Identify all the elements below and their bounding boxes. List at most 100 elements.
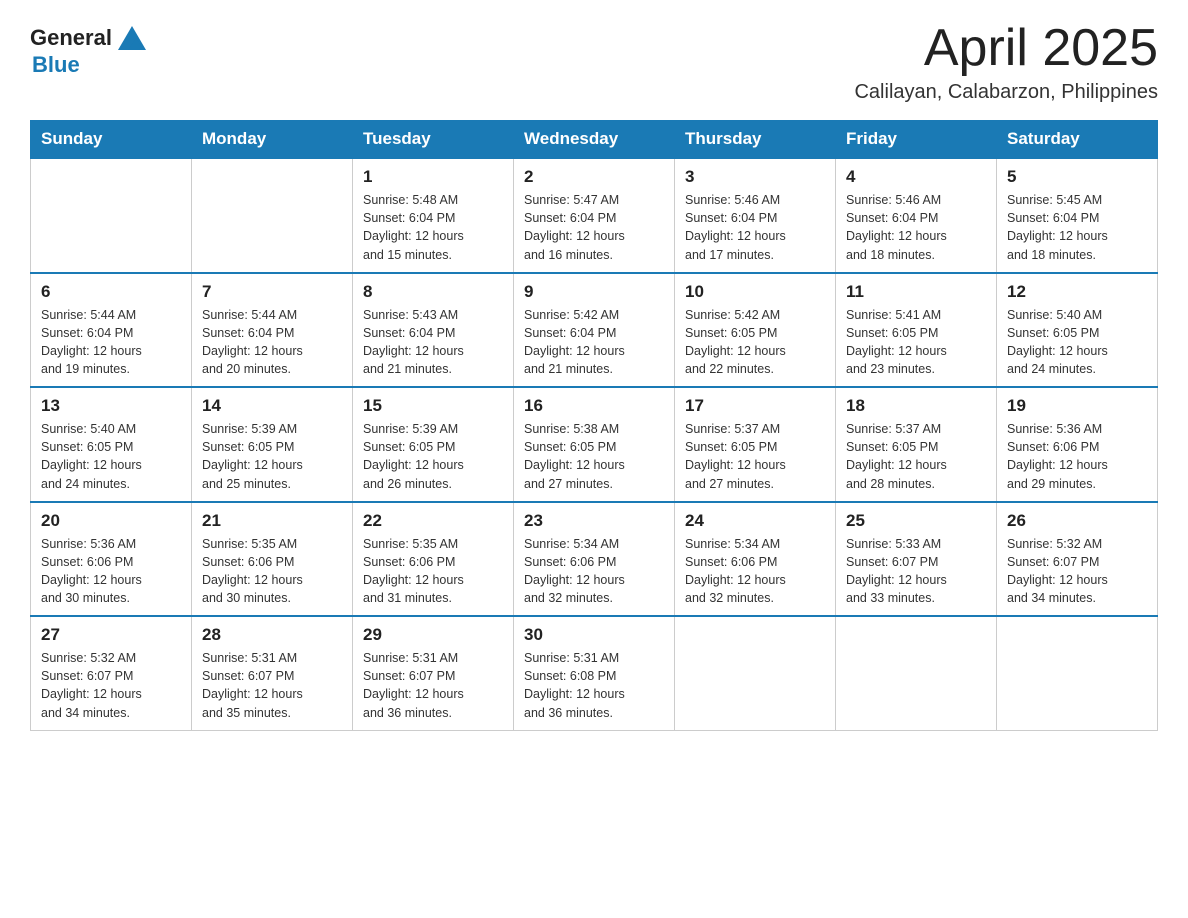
day-number: 22 (363, 511, 503, 531)
table-row: 22 Sunrise: 5:35 AM Sunset: 6:06 PM Dayli… (353, 502, 514, 617)
table-row: 21 Sunrise: 5:35 AM Sunset: 6:06 PM Dayli… (192, 502, 353, 617)
day-number: 9 (524, 282, 664, 302)
table-row: 29Sunrise: 5:31 AM Sunset: 6:07 PM Dayli… (353, 616, 514, 730)
table-row: 1 Sunrise: 5:48 AM Sunset: 6:04 PM Daylig… (353, 158, 514, 273)
col-saturday: Saturday (997, 121, 1158, 159)
table-row: 16Sunrise: 5:38 AM Sunset: 6:05 PM Dayli… (514, 387, 675, 502)
day-info: Sunrise: 5:36 AM Sunset: 6:06 PM Dayligh… (1007, 420, 1147, 493)
day-info: Sunrise: 5:33 AM Sunset: 6:07 PM Dayligh… (846, 535, 986, 608)
day-number: 6 (41, 282, 181, 302)
day-info: Sunrise: 5:32 AM Sunset: 6:07 PM Dayligh… (41, 649, 181, 722)
table-row (31, 158, 192, 273)
table-row: 6 Sunrise: 5:44 AM Sunset: 6:04 PM Daylig… (31, 273, 192, 388)
table-row (997, 616, 1158, 730)
title-block: April 2025 Calilayan, Calabarzon, Philip… (854, 20, 1158, 104)
day-info: Sunrise: 5:37 AM Sunset: 6:05 PM Dayligh… (685, 420, 825, 493)
day-number: 19 (1007, 396, 1147, 416)
day-info: Sunrise: 5:47 AM Sunset: 6:04 PM Dayligh… (524, 191, 664, 264)
logo-text: General (30, 26, 112, 50)
day-info: Sunrise: 5:39 AM Sunset: 6:05 PM Dayligh… (363, 420, 503, 493)
table-row: 14Sunrise: 5:39 AM Sunset: 6:05 PM Dayli… (192, 387, 353, 502)
calendar-table: Sunday Monday Tuesday Wednesday Thursday… (30, 120, 1158, 731)
day-number: 4 (846, 167, 986, 187)
day-info: Sunrise: 5:45 AM Sunset: 6:04 PM Dayligh… (1007, 191, 1147, 264)
day-number: 12 (1007, 282, 1147, 302)
day-info: Sunrise: 5:31 AM Sunset: 6:08 PM Dayligh… (524, 649, 664, 722)
day-info: Sunrise: 5:37 AM Sunset: 6:05 PM Dayligh… (846, 420, 986, 493)
day-info: Sunrise: 5:46 AM Sunset: 6:04 PM Dayligh… (685, 191, 825, 264)
day-number: 30 (524, 625, 664, 645)
day-info: Sunrise: 5:34 AM Sunset: 6:06 PM Dayligh… (685, 535, 825, 608)
calendar-subtitle: Calilayan, Calabarzon, Philippines (854, 81, 1158, 104)
day-info: Sunrise: 5:48 AM Sunset: 6:04 PM Dayligh… (363, 191, 503, 264)
day-number: 21 (202, 511, 342, 531)
col-thursday: Thursday (675, 121, 836, 159)
col-friday: Friday (836, 121, 997, 159)
table-row: 27 Sunrise: 5:32 AM Sunset: 6:07 PM Dayli… (31, 616, 192, 730)
day-info: Sunrise: 5:35 AM Sunset: 6:06 PM Dayligh… (202, 535, 342, 608)
table-row: 3 Sunrise: 5:46 AM Sunset: 6:04 PM Daylig… (675, 158, 836, 273)
table-row (192, 158, 353, 273)
table-row: 12 Sunrise: 5:40 AM Sunset: 6:05 PM Dayli… (997, 273, 1158, 388)
day-number: 16 (524, 396, 664, 416)
day-number: 15 (363, 396, 503, 416)
table-row: 7Sunrise: 5:44 AM Sunset: 6:04 PM Daylig… (192, 273, 353, 388)
table-row: 11Sunrise: 5:41 AM Sunset: 6:05 PM Dayli… (836, 273, 997, 388)
day-info: Sunrise: 5:36 AM Sunset: 6:06 PM Dayligh… (41, 535, 181, 608)
day-info: Sunrise: 5:32 AM Sunset: 6:07 PM Dayligh… (1007, 535, 1147, 608)
table-row: 20 Sunrise: 5:36 AM Sunset: 6:06 PM Dayli… (31, 502, 192, 617)
col-sunday: Sunday (31, 121, 192, 159)
day-info: Sunrise: 5:40 AM Sunset: 6:05 PM Dayligh… (1007, 306, 1147, 379)
calendar-week-row: 20 Sunrise: 5:36 AM Sunset: 6:06 PM Dayli… (31, 502, 1158, 617)
table-row (836, 616, 997, 730)
calendar-week-row: 6 Sunrise: 5:44 AM Sunset: 6:04 PM Daylig… (31, 273, 1158, 388)
day-number: 13 (41, 396, 181, 416)
table-row: 30 Sunrise: 5:31 AM Sunset: 6:08 PM Dayli… (514, 616, 675, 730)
day-number: 10 (685, 282, 825, 302)
day-info: Sunrise: 5:42 AM Sunset: 6:05 PM Dayligh… (685, 306, 825, 379)
col-tuesday: Tuesday (353, 121, 514, 159)
logo: General Blue (30, 20, 150, 78)
day-number: 1 (363, 167, 503, 187)
table-row: 13 Sunrise: 5:40 AM Sunset: 6:05 PM Dayli… (31, 387, 192, 502)
table-row: 18Sunrise: 5:37 AM Sunset: 6:05 PM Dayli… (836, 387, 997, 502)
calendar-week-row: 13 Sunrise: 5:40 AM Sunset: 6:05 PM Dayli… (31, 387, 1158, 502)
table-row: 2 Sunrise: 5:47 AM Sunset: 6:04 PM Daylig… (514, 158, 675, 273)
logo-icon (114, 20, 150, 56)
col-wednesday: Wednesday (514, 121, 675, 159)
table-row (675, 616, 836, 730)
day-number: 2 (524, 167, 664, 187)
table-row: 24 Sunrise: 5:34 AM Sunset: 6:06 PM Dayli… (675, 502, 836, 617)
day-number: 26 (1007, 511, 1147, 531)
day-info: Sunrise: 5:40 AM Sunset: 6:05 PM Dayligh… (41, 420, 181, 493)
day-info: Sunrise: 5:46 AM Sunset: 6:04 PM Dayligh… (846, 191, 986, 264)
table-row: 8 Sunrise: 5:43 AM Sunset: 6:04 PM Daylig… (353, 273, 514, 388)
table-row: 15 Sunrise: 5:39 AM Sunset: 6:05 PM Dayli… (353, 387, 514, 502)
calendar-week-row: 1 Sunrise: 5:48 AM Sunset: 6:04 PM Daylig… (31, 158, 1158, 273)
day-info: Sunrise: 5:31 AM Sunset: 6:07 PM Dayligh… (363, 649, 503, 722)
day-number: 14 (202, 396, 342, 416)
day-number: 24 (685, 511, 825, 531)
day-info: Sunrise: 5:44 AM Sunset: 6:04 PM Dayligh… (41, 306, 181, 379)
day-info: Sunrise: 5:41 AM Sunset: 6:05 PM Dayligh… (846, 306, 986, 379)
day-number: 27 (41, 625, 181, 645)
table-row: 9Sunrise: 5:42 AM Sunset: 6:04 PM Daylig… (514, 273, 675, 388)
day-info: Sunrise: 5:34 AM Sunset: 6:06 PM Dayligh… (524, 535, 664, 608)
calendar-title: April 2025 (854, 20, 1158, 77)
day-info: Sunrise: 5:35 AM Sunset: 6:06 PM Dayligh… (363, 535, 503, 608)
calendar-header-row: Sunday Monday Tuesday Wednesday Thursday… (31, 121, 1158, 159)
day-number: 8 (363, 282, 503, 302)
table-row: 19 Sunrise: 5:36 AM Sunset: 6:06 PM Dayli… (997, 387, 1158, 502)
day-number: 23 (524, 511, 664, 531)
table-row: 23 Sunrise: 5:34 AM Sunset: 6:06 PM Dayli… (514, 502, 675, 617)
table-row: 5Sunrise: 5:45 AM Sunset: 6:04 PM Daylig… (997, 158, 1158, 273)
day-info: Sunrise: 5:44 AM Sunset: 6:04 PM Dayligh… (202, 306, 342, 379)
day-number: 20 (41, 511, 181, 531)
table-row: 4 Sunrise: 5:46 AM Sunset: 6:04 PM Daylig… (836, 158, 997, 273)
day-number: 3 (685, 167, 825, 187)
table-row: 10 Sunrise: 5:42 AM Sunset: 6:05 PM Dayli… (675, 273, 836, 388)
day-info: Sunrise: 5:43 AM Sunset: 6:04 PM Dayligh… (363, 306, 503, 379)
day-info: Sunrise: 5:31 AM Sunset: 6:07 PM Dayligh… (202, 649, 342, 722)
day-number: 28 (202, 625, 342, 645)
page-header: General Blue April 2025 Calilayan, Calab… (30, 20, 1158, 104)
